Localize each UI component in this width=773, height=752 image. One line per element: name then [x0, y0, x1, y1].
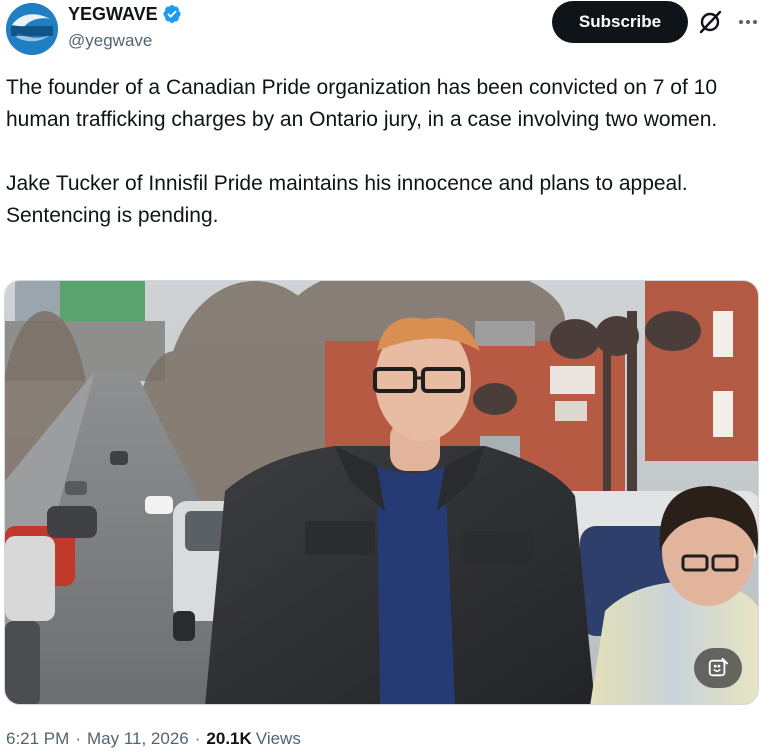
tweet-meta: 6:21 PM · May 11, 2026 · 20.1K Views — [6, 728, 301, 750]
author-name-row[interactable]: YEGWAVE — [68, 3, 182, 25]
author-handle[interactable]: @yegwave — [68, 30, 152, 52]
tweet-paragraph: Jake Tucker of Innisfil Pride maintains … — [6, 172, 688, 227]
tweet-photo[interactable] — [4, 280, 759, 705]
more-options-icon[interactable] — [735, 9, 761, 35]
views-count: 20.1K — [206, 729, 252, 748]
verified-badge-icon — [162, 4, 182, 24]
image-description-button[interactable] — [694, 648, 742, 688]
meta-separator: · — [194, 729, 201, 748]
tweet-card: YEGWAVE @yegwave Subscribe The founder o… — [0, 0, 773, 752]
author-avatar[interactable] — [6, 3, 58, 55]
grok-icon[interactable] — [697, 9, 723, 35]
meta-separator: · — [75, 729, 81, 748]
subscribe-button[interactable]: Subscribe — [552, 1, 688, 43]
tweet-text: The founder of a Canadian Pride organiza… — [6, 72, 766, 232]
tweet-date[interactable]: May 11, 2026 — [87, 728, 189, 750]
views-label: Views — [255, 729, 301, 748]
image-description-icon — [708, 657, 729, 677]
author-display-name[interactable]: YEGWAVE — [68, 3, 158, 25]
tweet-paragraph: The founder of a Canadian Pride organiza… — [6, 76, 718, 131]
avatar-logo-icon — [6, 3, 58, 55]
tweet-time[interactable]: 6:21 PM — [6, 728, 69, 750]
